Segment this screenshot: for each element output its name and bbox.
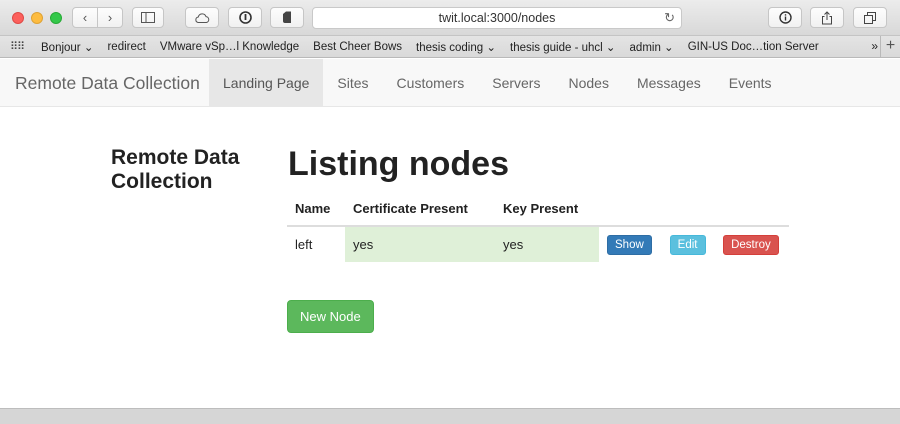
close-window-button[interactable]: [12, 12, 24, 24]
nav-link-events[interactable]: Events: [715, 59, 786, 107]
column-header-edit: [661, 192, 716, 227]
navbar-brand[interactable]: Remote Data Collection: [15, 73, 200, 94]
nav-link-nodes[interactable]: Nodes: [554, 59, 622, 107]
cell-name: left: [295, 237, 313, 252]
forward-button[interactable]: ›: [97, 7, 123, 28]
cell-key: yes: [495, 226, 599, 262]
icloud-tabs-button[interactable]: [185, 7, 219, 28]
evernote-icon: [283, 11, 291, 23]
table-row: left yes yes Show Edit Destroy: [287, 226, 789, 262]
bookmarks-bar: ⠿⠿ Bonjour ⌄ redirect VMware vSp…l Knowl…: [0, 36, 900, 58]
sidebar-title: Remote Data Collection: [111, 146, 240, 193]
maximize-window-button[interactable]: [50, 12, 62, 24]
cell-show: Show: [599, 226, 662, 262]
password-extension-button[interactable]: [228, 7, 262, 28]
bookmark-item[interactable]: Bonjour ⌄: [34, 40, 100, 54]
sidebar-icon: [141, 12, 155, 23]
share-button[interactable]: [810, 7, 844, 28]
cloud-icon: [195, 12, 210, 23]
minimize-window-button[interactable]: [31, 12, 43, 24]
tabs-icon: [864, 11, 876, 24]
bookmark-item[interactable]: thesis guide - uhcl ⌄: [503, 40, 623, 54]
top-sites-icon[interactable]: ⠿⠿: [0, 40, 34, 53]
column-header-show: [599, 192, 662, 227]
bookmark-item[interactable]: Best Cheer Bows: [306, 41, 409, 53]
table-header-row: Name Certificate Present Key Present: [287, 192, 789, 227]
browser-status-bar: [0, 408, 900, 424]
cell-edit: Edit: [662, 226, 715, 262]
bookmark-item[interactable]: GIN-US Doc…tion Server: [681, 41, 826, 53]
edit-button[interactable]: Edit: [669, 234, 706, 255]
page-title: Listing nodes: [288, 145, 509, 183]
show-tabs-button[interactable]: [853, 7, 887, 28]
column-header-destroy: [715, 192, 789, 227]
browser-toolbar: ‹ › twit.local:3000/nodes ↻: [0, 0, 900, 36]
password-icon: [238, 11, 252, 24]
nav-links: Landing Page Sites Customers Servers Nod…: [209, 59, 786, 107]
app-navbar: Remote Data Collection Landing Page Site…: [0, 59, 900, 107]
nav-link-landing-page[interactable]: Landing Page: [209, 59, 324, 107]
bookmark-item[interactable]: admin ⌄: [623, 40, 681, 54]
info-icon: [778, 11, 792, 24]
destroy-button[interactable]: Destroy: [723, 234, 779, 255]
nav-link-messages[interactable]: Messages: [623, 59, 715, 107]
info-button[interactable]: [768, 7, 802, 28]
bookmark-item[interactable]: redirect: [100, 41, 152, 53]
cell-destroy: Destroy: [715, 226, 789, 262]
chevron-right-icon: ›: [107, 10, 113, 25]
show-button[interactable]: Show: [607, 234, 652, 255]
nav-link-customers[interactable]: Customers: [383, 59, 479, 107]
back-button[interactable]: ‹: [72, 7, 98, 28]
column-header-key: Key Present: [495, 192, 599, 227]
address-bar[interactable]: twit.local:3000/nodes ↻: [312, 7, 682, 29]
nodes-table: Name Certificate Present Key Present lef…: [287, 192, 789, 262]
column-header-certificate: Certificate Present: [345, 192, 495, 227]
cell-certificate: yes: [345, 226, 495, 262]
bookmark-item[interactable]: VMware vSp…l Knowledge: [153, 41, 306, 53]
add-tab-button[interactable]: +: [880, 36, 900, 57]
nav-link-servers[interactable]: Servers: [478, 59, 554, 107]
bookmark-item[interactable]: thesis coding ⌄: [409, 40, 503, 54]
new-node-button[interactable]: New Node: [287, 300, 374, 333]
reload-icon[interactable]: ↻: [664, 10, 675, 26]
chevron-left-icon: ‹: [82, 10, 88, 25]
sidebar-toggle-button[interactable]: [132, 7, 164, 28]
nav-link-sites[interactable]: Sites: [323, 59, 382, 107]
evernote-extension-button[interactable]: [270, 7, 304, 28]
url-text: twit.local:3000/nodes: [438, 11, 556, 25]
share-icon: [822, 10, 832, 24]
more-bookmarks-button[interactable]: »: [871, 39, 878, 53]
column-header-name: Name: [287, 192, 345, 227]
